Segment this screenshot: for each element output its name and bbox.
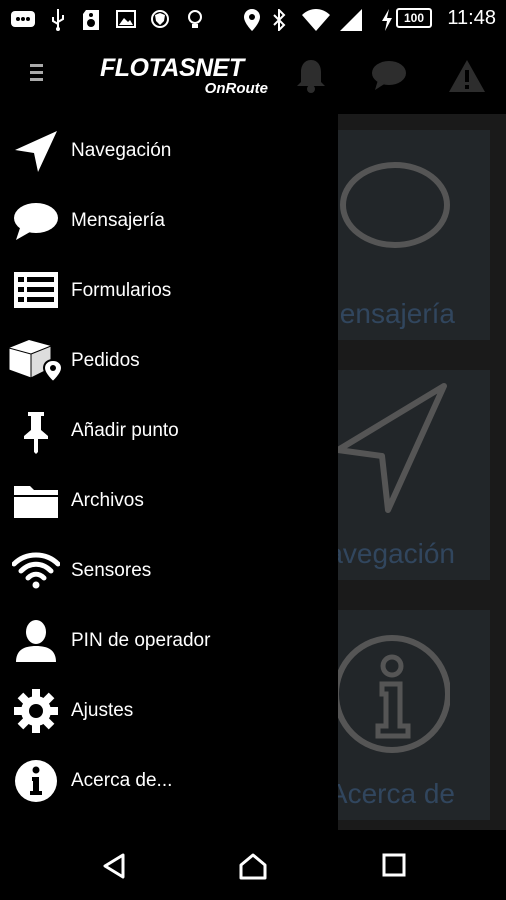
battery-indicator: 100 — [396, 8, 432, 28]
drawer-item-formularios[interactable]: Formularios — [0, 256, 338, 326]
navigation-arrow-icon — [335, 383, 447, 513]
app-bar: FLOTASNET OnRoute — [0, 38, 506, 114]
sd-card-icon — [83, 10, 99, 30]
drawer-item-mensajeria[interactable]: Mensajería — [0, 186, 338, 256]
drawer-item-label: Mensajería — [71, 210, 165, 231]
folder-icon — [14, 486, 58, 518]
navigation-arrow-icon — [15, 131, 57, 172]
drawer-item-ajustes[interactable]: Ajustes — [0, 676, 338, 746]
wifi-icon — [302, 9, 330, 31]
drawer-item-label: Pedidos — [71, 350, 140, 371]
drawer-item-sensores[interactable]: Sensores — [0, 536, 338, 606]
system-nav-bar — [0, 830, 506, 900]
info-icon — [15, 760, 57, 802]
drawer-item-label: Archivos — [71, 490, 144, 511]
clock: 11:48 — [447, 7, 496, 29]
drawer-item-anadir-punto[interactable]: Añadir punto — [0, 396, 338, 466]
drawer-item-label: Ajustes — [71, 700, 134, 721]
form-list-icon — [14, 272, 58, 308]
drawer-item-acerca-de[interactable]: Acerca de... — [0, 746, 338, 816]
charging-icon — [382, 9, 392, 31]
drawer-item-pin-operador[interactable]: PIN de operador — [0, 606, 338, 676]
package-location-icon — [8, 340, 64, 384]
menu-icon — [29, 64, 43, 67]
messenger-icon — [11, 11, 35, 27]
chat-bubble-icon — [340, 162, 450, 248]
wifi-sensor-icon — [12, 552, 60, 589]
drawer-item-pedidos[interactable]: Pedidos — [0, 326, 338, 396]
image-icon — [116, 10, 136, 28]
gear-icon — [14, 689, 58, 733]
drawer-item-label: PIN de operador — [71, 630, 211, 651]
shield-icon — [151, 10, 169, 28]
chat-icon[interactable] — [370, 58, 408, 94]
signal-icon — [340, 9, 362, 31]
drawer-item-label: Acerca de... — [71, 770, 173, 791]
recents-icon[interactable] — [381, 852, 407, 878]
logo-main: FLOTASNET — [100, 54, 244, 82]
user-icon — [16, 620, 56, 662]
chat-bubble-icon — [14, 203, 58, 240]
navigation-drawer: Navegación Mensajería Formularios Pedido… — [0, 114, 338, 830]
menu-button[interactable] — [22, 60, 50, 92]
pin-icon — [24, 412, 48, 454]
logo-sub: OnRoute — [204, 80, 268, 97]
lightbulb-icon — [188, 10, 202, 28]
bell-icon[interactable] — [294, 58, 328, 94]
drawer-item-label: Añadir punto — [71, 420, 179, 441]
drawer-item-navegacion[interactable]: Navegación — [0, 116, 338, 186]
home-icon[interactable] — [238, 852, 268, 880]
info-icon — [333, 635, 450, 753]
location-icon — [244, 9, 260, 31]
drawer-item-label: Navegación — [71, 140, 172, 161]
drawer-item-label: Formularios — [71, 280, 172, 301]
app-logo: FLOTASNET OnRoute — [100, 54, 272, 100]
drawer-item-label: Sensores — [71, 560, 152, 581]
drawer-item-archivos[interactable]: Archivos — [0, 466, 338, 536]
bluetooth-icon — [273, 9, 286, 31]
status-bar: 100 11:48 — [0, 0, 506, 38]
usb-icon — [52, 9, 64, 31]
back-icon[interactable] — [100, 852, 128, 880]
warning-icon[interactable] — [448, 58, 486, 94]
